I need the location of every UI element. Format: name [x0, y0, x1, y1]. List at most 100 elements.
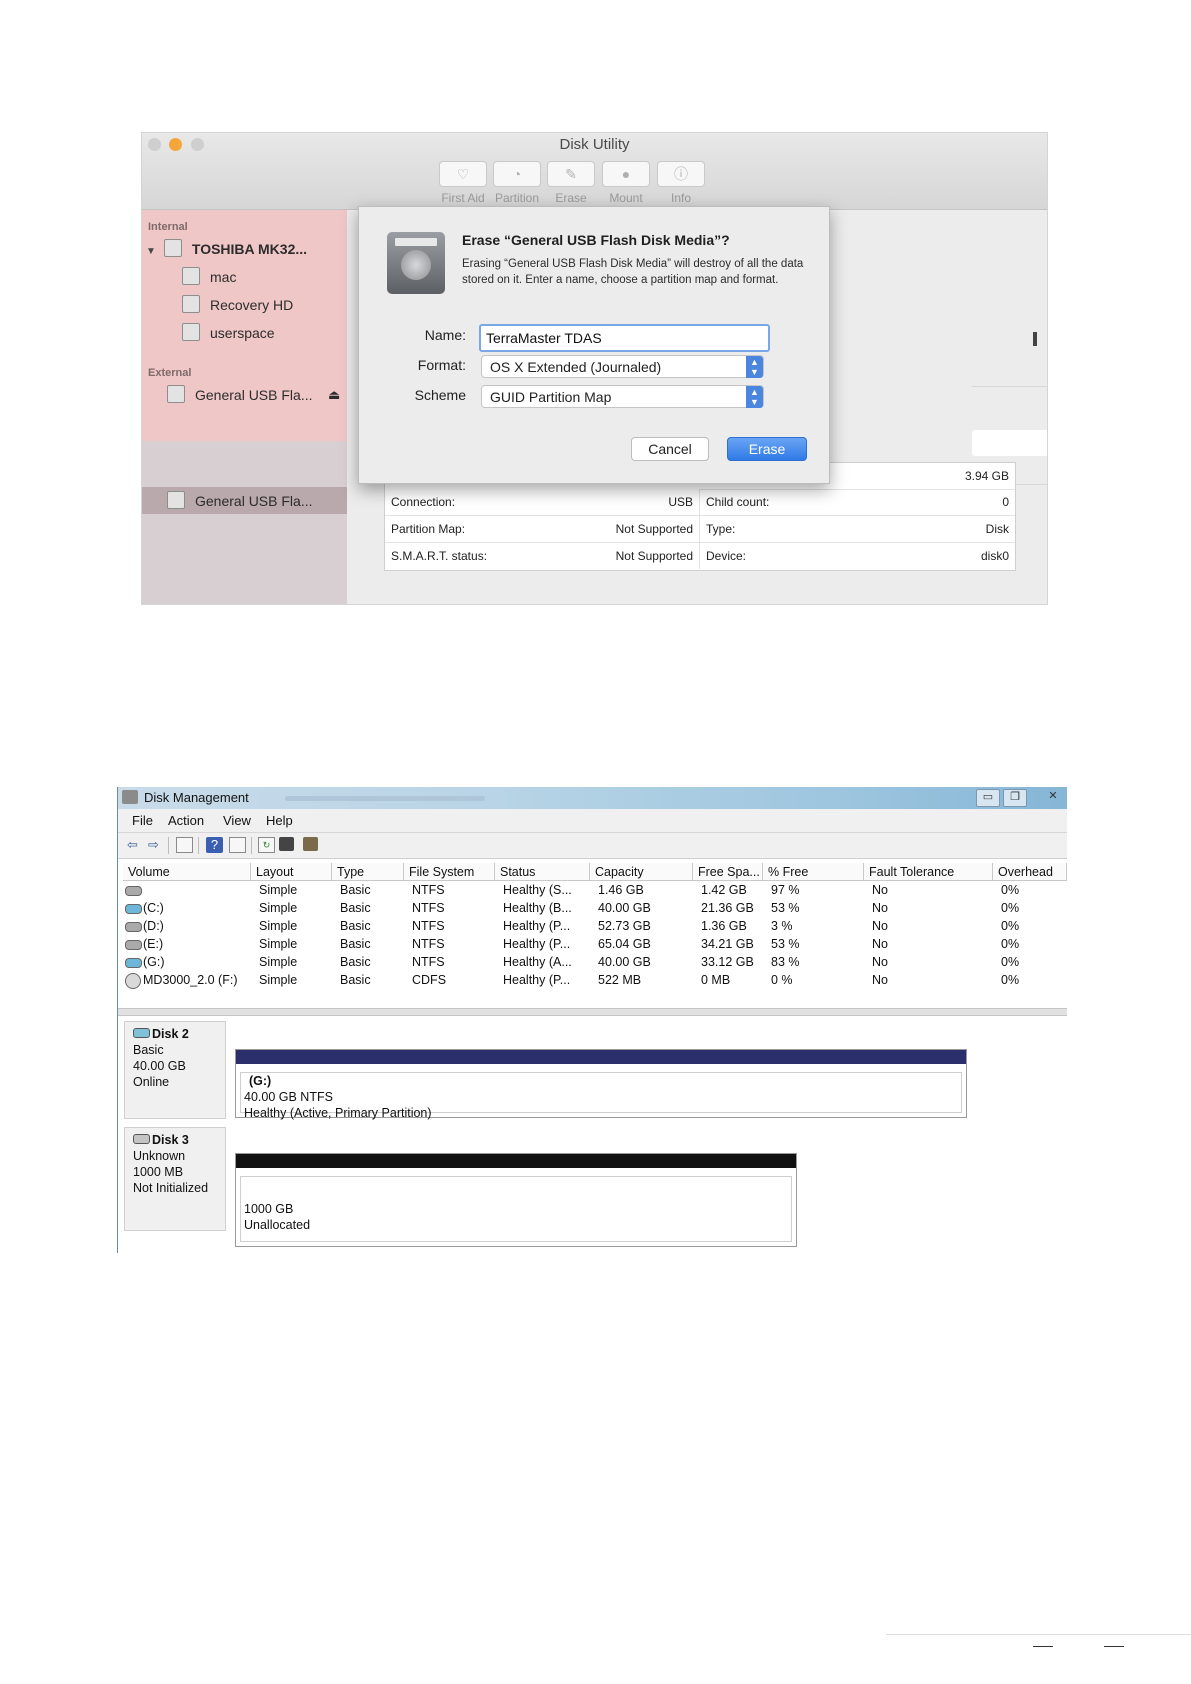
help-icon[interactable]: ? [206, 837, 223, 853]
partition-bar [236, 1154, 796, 1168]
disk-2-label[interactable]: Disk 2 Basic 40.00 GB Online [124, 1021, 226, 1119]
menu-file[interactable]: File [132, 813, 153, 828]
column-header[interactable]: Fault Tolerance [864, 863, 993, 881]
cell-status: Healthy (B... [503, 901, 572, 915]
cell-fault: No [872, 955, 888, 969]
back-icon[interactable]: ⇦ [124, 837, 141, 853]
minimize-button[interactable]: ▭ [976, 789, 1000, 807]
cell-layout: Simple [259, 937, 298, 951]
cell-status: Healthy (P... [503, 973, 571, 987]
format-select[interactable]: OS X Extended (Journaled) ▲ ▼ [481, 355, 764, 378]
table-row[interactable]: Simple Basic NTFS Healthy (S... 1.46 GB 1.42 … [123, 882, 1067, 900]
sidebar-item-label: userspace [210, 325, 275, 341]
stepper-arrows-icon: ▲ ▼ [746, 386, 763, 408]
cell-volume: MD3000_2.0 (F:) [143, 973, 238, 987]
hard-drive-icon [387, 232, 445, 294]
properties-icon[interactable] [279, 837, 294, 851]
cell-fault: No [872, 919, 888, 933]
console-tree-icon[interactable] [176, 837, 193, 853]
forward-icon[interactable]: ⇨ [145, 837, 162, 853]
info-key: S.M.A.R.T. status: [391, 549, 488, 563]
volume-list: Volume Layout Type File System Status Capacit… [123, 863, 1067, 1007]
sidebar-item-toshiba[interactable]: ▼ TOSHIBA MK32... [146, 236, 307, 262]
first-aid-button[interactable]: ♡ First Aid [434, 161, 492, 205]
info-row: Type: Disk [700, 516, 1015, 543]
scheme-select[interactable]: GUID Partition Map ▲ ▼ [481, 385, 764, 408]
cancel-button[interactable]: Cancel [631, 437, 709, 461]
column-header[interactable]: % Free [763, 863, 864, 881]
drive-label [395, 238, 437, 246]
volume-icon [125, 904, 142, 914]
column-header[interactable]: Type [332, 863, 404, 881]
table-row[interactable]: MD3000_2.0 (F:) Simple Basic CDFS Healthy (P… [123, 972, 1067, 990]
table-row[interactable]: (C:) Simple Basic NTFS Healthy (B... 40.00 GB… [123, 900, 1067, 918]
column-header[interactable]: File System [404, 863, 495, 881]
toolbar-label: Partition [494, 191, 540, 205]
settings-icon[interactable] [303, 837, 318, 851]
erase-toolbar-button[interactable]: ✎ Erase [542, 161, 600, 205]
toolbar: ⇦ ⇨ ? ↻ [118, 833, 1067, 859]
cell-fs: NTFS [412, 919, 445, 933]
eject-icon[interactable]: ⏏ [328, 382, 340, 408]
info-value: 0 [1002, 495, 1009, 509]
mount-button[interactable]: ● Mount [597, 161, 655, 205]
disk-3-label[interactable]: Disk 3 Unknown 1000 MB Not Initialized [124, 1127, 226, 1231]
unallocated-space[interactable]: 1000 GB Unallocated [235, 1153, 797, 1247]
menu-help[interactable]: Help [266, 813, 293, 828]
toolbar-label: Mount [609, 191, 643, 205]
pane-divider[interactable] [118, 1008, 1067, 1016]
sidebar-item-label: General USB Fla... [195, 387, 313, 403]
info-key: Connection: [391, 495, 456, 509]
menu-action[interactable]: Action [168, 813, 204, 828]
dialog-title: Erase “General USB Flash Disk Media”? [462, 232, 730, 248]
disk-type: Unknown [133, 1149, 186, 1163]
content-field [972, 430, 1047, 456]
table-row[interactable]: (D:) Simple Basic NTFS Healthy (P... 52.73 GB… [123, 918, 1067, 936]
column-header[interactable]: Layout [251, 863, 332, 881]
column-header[interactable]: Overhead [993, 863, 1067, 881]
window-title: Disk Management [144, 790, 249, 805]
restore-button[interactable]: ❐ [1003, 789, 1027, 807]
partition-button[interactable]: ◔ Partition [488, 161, 546, 205]
partition-g[interactable]: (G:) 40.00 GB NTFS Healthy (Active, Prim… [235, 1049, 967, 1120]
sidebar-item-recovery-hd[interactable]: Recovery HD [182, 292, 293, 318]
cell-overhead: 0% [1001, 973, 1020, 987]
partition-details: 1000 GB Unallocated [240, 1176, 792, 1242]
cell-type: Basic [340, 937, 371, 951]
sidebar-item-userspace[interactable]: userspace [182, 320, 275, 346]
cell-pct: 97 % [771, 883, 800, 897]
column-header[interactable]: Status [495, 863, 590, 881]
cell-type: Basic [340, 883, 371, 897]
close-button[interactable]: ✕ [1042, 789, 1064, 805]
info-key: Child count: [706, 495, 770, 509]
info-key: Type: [706, 522, 736, 536]
view-icon[interactable] [229, 837, 246, 853]
disclosure-triangle-icon[interactable]: ▼ [146, 246, 156, 257]
cell-capacity: 52.73 GB [598, 919, 651, 933]
sidebar-item-usb-disk[interactable]: General USB Fla... [167, 382, 313, 408]
column-header[interactable]: Volume [123, 863, 251, 881]
sidebar-item-label: TOSHIBA MK32... [191, 241, 308, 257]
cell-fs: NTFS [412, 937, 445, 951]
cell-volume: (E:) [143, 937, 164, 951]
table-row[interactable]: (E:) Simple Basic NTFS Healthy (P... 65.04 GB… [123, 936, 1067, 954]
cell-layout: Simple [259, 919, 298, 933]
column-header[interactable]: Capacity [590, 863, 693, 881]
disk-name: Disk 3 [152, 1133, 189, 1147]
scheme-label: Scheme [414, 387, 466, 403]
cell-free: 21.36 GB [701, 901, 754, 915]
usb-volume-icon [167, 491, 185, 509]
sidebar-item-usb-volume[interactable]: General USB Fla... [167, 488, 313, 514]
name-input[interactable]: TerraMaster TDAS [479, 324, 770, 352]
column-header[interactable]: Free Spa... [693, 863, 763, 881]
cell-overhead: 0% [1001, 883, 1020, 897]
table-row[interactable]: (G:) Simple Basic NTFS Healthy (A... 40.00 GB… [123, 954, 1067, 972]
usb-disk-icon [167, 385, 185, 403]
info-button[interactable]: ⓘ Info [652, 161, 710, 205]
erase-button[interactable]: Erase [727, 437, 807, 461]
cell-fault: No [872, 901, 888, 915]
sidebar-item-mac[interactable]: mac [182, 264, 236, 290]
menu-view[interactable]: View [223, 813, 251, 828]
cell-free: 1.42 GB [701, 883, 747, 897]
refresh-icon[interactable]: ↻ [258, 837, 275, 853]
